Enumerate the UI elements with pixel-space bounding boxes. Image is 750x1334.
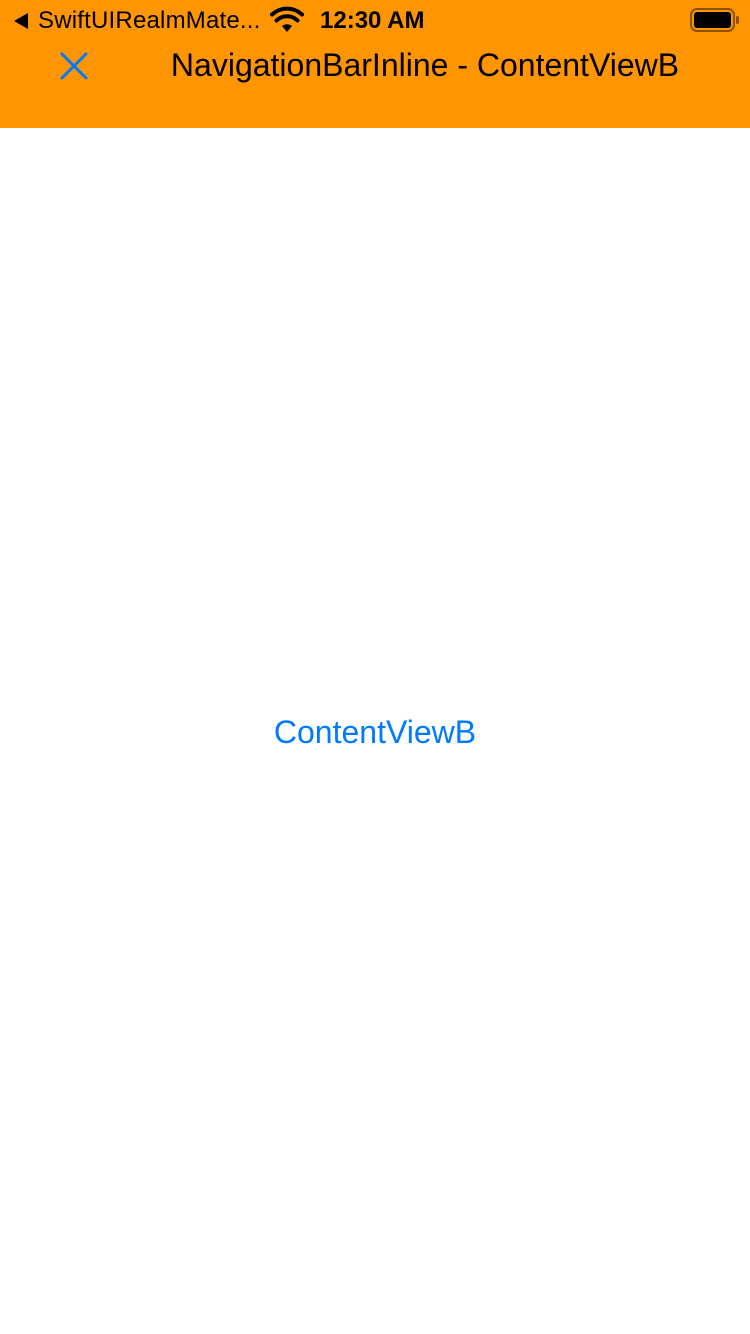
header-area: SwiftUIRealmMate... 12:30 AM NavigationB…	[0, 0, 750, 128]
back-caret-icon	[14, 13, 28, 29]
navigation-title: NavigationBarInline - ContentViewB	[170, 47, 680, 83]
back-to-app-button[interactable]: SwiftUIRealmMate...	[14, 6, 261, 36]
status-time: 12:30 AM	[320, 7, 425, 34]
content-view-b-link[interactable]: ContentViewB	[0, 710, 750, 754]
status-bar: SwiftUIRealmMate... 12:30 AM	[0, 0, 750, 40]
close-button[interactable]	[52, 44, 96, 88]
battery-icon	[690, 8, 739, 32]
close-icon	[60, 52, 88, 80]
wifi-icon	[270, 6, 304, 32]
navigation-bar: NavigationBarInline - ContentViewB	[0, 40, 750, 90]
back-app-label: SwiftUIRealmMate...	[38, 7, 261, 34]
